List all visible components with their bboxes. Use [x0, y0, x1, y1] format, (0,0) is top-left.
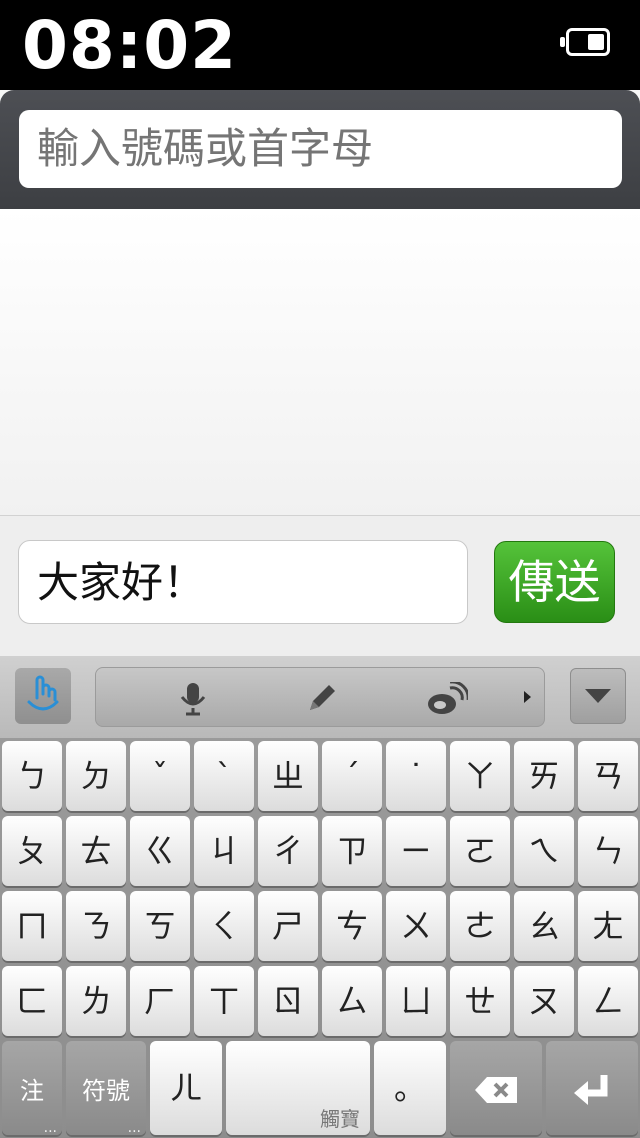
key-1-6[interactable]: ˊ — [322, 741, 382, 811]
pencil-icon[interactable] — [306, 682, 338, 714]
search-input[interactable] — [19, 110, 622, 188]
period-label: 。 — [393, 1069, 426, 1107]
key-3-4[interactable]: ㄑ — [194, 891, 254, 961]
key-2-8[interactable]: ㄛ — [450, 816, 510, 886]
microphone-icon[interactable] — [178, 682, 208, 716]
key-3-2[interactable]: ㄋ — [66, 891, 126, 961]
symbols-key[interactable]: 符號... — [66, 1041, 146, 1135]
symbols-label: 符號 — [82, 1077, 130, 1105]
key-1-7[interactable]: ˙ — [386, 741, 446, 811]
key-4-1[interactable]: ㄈ — [2, 966, 62, 1036]
enter-icon — [574, 1075, 608, 1105]
key-3-3[interactable]: ㄎ — [130, 891, 190, 961]
key-2-6[interactable]: ㄗ — [322, 816, 382, 886]
space-key[interactable]: 觸寶 — [226, 1041, 370, 1135]
key-2-7[interactable]: ㄧ — [386, 816, 446, 886]
key-4-10[interactable]: ㄥ — [578, 966, 638, 1036]
message-input[interactable]: 大家好！ — [18, 540, 468, 624]
backspace-key[interactable] — [450, 1041, 542, 1135]
zhuyin-mode-key[interactable]: 注... — [2, 1041, 62, 1135]
key-1-4[interactable]: ˋ — [194, 741, 254, 811]
key-2-2[interactable]: ㄊ — [66, 816, 126, 886]
key-1-5[interactable]: ㄓ — [258, 741, 318, 811]
more-indicator: ... — [127, 1120, 141, 1136]
key-4-3[interactable]: ㄏ — [130, 966, 190, 1036]
keyboard-toolbar — [0, 656, 640, 738]
key-3-1[interactable]: ㄇ — [2, 891, 62, 961]
conversation-area — [0, 209, 640, 515]
hand-touch-icon[interactable] — [15, 668, 71, 724]
key-2-5[interactable]: ㄔ — [258, 816, 318, 886]
key-2-3[interactable]: ㄍ — [130, 816, 190, 886]
key-4-4[interactable]: ㄒ — [194, 966, 254, 1036]
zhuyin-keyboard: ㄅㄉ ˇ ˋ ㄓ ˊ ˙ ㄚㄞㄢㄆㄊㄍㄐㄔㄗㄧㄛㄟㄣㄇㄋㄎㄑㄕㄘㄨㄜㄠㄤㄈㄌㄏㄒㄖㄙㄩㄝㄡㄥ… — [0, 738, 640, 1138]
key-4-2[interactable]: ㄌ — [66, 966, 126, 1036]
key-3-5[interactable]: ㄕ — [258, 891, 318, 961]
key-4-6[interactable]: ㄙ — [322, 966, 382, 1036]
key-3-9[interactable]: ㄠ — [514, 891, 574, 961]
key-2-10[interactable]: ㄣ — [578, 816, 638, 886]
compose-bar: 大家好！ 傳送 — [0, 515, 640, 656]
status-bar: 08:02 — [0, 0, 640, 90]
send-button[interactable]: 傳送 — [494, 541, 615, 623]
collapse-keyboard-icon[interactable] — [570, 668, 626, 724]
key-4-8[interactable]: ㄝ — [450, 966, 510, 1036]
key-1-2[interactable]: ㄉ — [66, 741, 126, 811]
arrow-right-icon[interactable] — [523, 690, 533, 704]
search-bar — [0, 90, 640, 209]
er-label: ㄦ — [169, 1069, 202, 1107]
clock: 08:02 — [22, 7, 238, 84]
zhuyin-mode-label: 注 — [20, 1077, 44, 1105]
key-1-1[interactable]: ㄅ — [2, 741, 62, 811]
key-2-1[interactable]: ㄆ — [2, 816, 62, 886]
key-3-7[interactable]: ㄨ — [386, 891, 446, 961]
space-hint: 觸寶 — [320, 1107, 360, 1131]
key-4-5[interactable]: ㄖ — [258, 966, 318, 1036]
key-1-9[interactable]: ㄞ — [514, 741, 574, 811]
weibo-icon[interactable] — [426, 682, 468, 716]
battery-icon — [560, 28, 610, 56]
key-4-9[interactable]: ㄡ — [514, 966, 574, 1036]
key-3-8[interactable]: ㄜ — [450, 891, 510, 961]
backspace-icon — [475, 1077, 517, 1103]
tool-panel — [95, 667, 545, 727]
key-1-10[interactable]: ㄢ — [578, 741, 638, 811]
key-1-8[interactable]: ㄚ — [450, 741, 510, 811]
key-2-4[interactable]: ㄐ — [194, 816, 254, 886]
enter-key[interactable] — [546, 1041, 638, 1135]
key-3-10[interactable]: ㄤ — [578, 891, 638, 961]
key-1-3[interactable]: ˇ — [130, 741, 190, 811]
key-3-6[interactable]: ㄘ — [322, 891, 382, 961]
more-indicator: ... — [43, 1120, 57, 1136]
key-2-9[interactable]: ㄟ — [514, 816, 574, 886]
er-key[interactable]: ㄦ — [150, 1041, 222, 1135]
key-4-7[interactable]: ㄩ — [386, 966, 446, 1036]
period-key[interactable]: 。 — [374, 1041, 446, 1135]
